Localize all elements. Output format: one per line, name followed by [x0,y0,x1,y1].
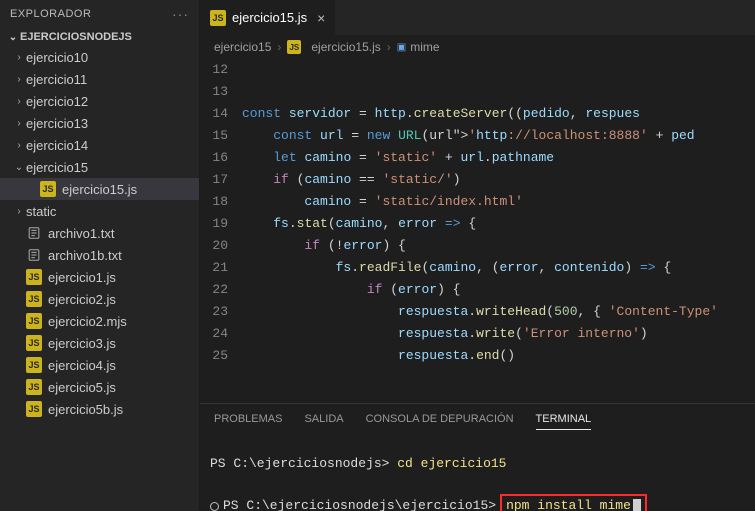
chevron-right-icon: › [12,96,26,107]
code-editor[interactable]: 1213141516171819202122232425 const servi… [200,59,755,403]
panel-tab-terminal[interactable]: TERMINAL [536,409,592,430]
js-icon: JS [26,313,42,329]
tree-file[interactable]: ›JSejercicio2.js [0,288,199,310]
js-icon: JS [26,335,42,351]
tree-item-label: archivo1b.txt [48,248,122,263]
tree-folder[interactable]: ⌄ejercicio15 [0,156,199,178]
tree-file[interactable]: ›JSejercicio1.js [0,266,199,288]
js-icon: JS [26,269,42,285]
bottom-panel: PROBLEMAS SALIDA CONSOLA DE DEPURACIÓN T… [200,403,755,511]
tree-item-label: ejercicio10 [26,50,88,65]
cursor-icon [633,499,641,511]
highlight-box: npm install mime [500,494,647,511]
tree-item-label: ejercicio15.js [62,182,137,197]
chevron-right-icon: › [12,52,26,63]
circle-icon [210,502,219,511]
js-icon: JS [26,357,42,373]
tree-item-label: ejercicio11 [26,72,87,87]
tree-folder[interactable]: ›ejercicio14 [0,134,199,156]
panel-tab-consola[interactable]: CONSOLA DE DEPURACIÓN [366,409,514,429]
tree-folder[interactable]: ›ejercicio13 [0,112,199,134]
tree-item-label: ejercicio12 [26,94,88,109]
tree-item-label: ejercicio3.js [48,336,116,351]
tree-item-label: static [26,204,56,219]
terminal-body[interactable]: PS C:\ejerciciosnodejs> cd ejercicio15 P… [200,434,755,511]
symbol-icon: ▣ [397,42,406,53]
panel-tab-salida[interactable]: SALIDA [304,409,343,429]
panel-tabs: PROBLEMAS SALIDA CONSOLA DE DEPURACIÓN T… [200,404,755,434]
js-icon: JS [210,10,226,26]
chevron-right-icon: › [12,118,26,129]
explorer-title: EXPLORADOR [10,8,91,20]
sidebar: EXPLORADOR ··· ⌄ EJERCICIOSNODEJS ›ejerc… [0,0,200,511]
tree-file[interactable]: ›JSejercicio2.mjs [0,310,199,332]
terminal-prompt: PS [210,456,233,471]
chevron-down-icon: ⌄ [12,162,26,173]
js-icon: JS [26,401,42,417]
terminal-prompt: PS [223,496,246,511]
tree-item-label: ejercicio1.js [48,270,116,285]
terminal-command: npm install mime [506,496,631,511]
terminal-line: PS C:\ejerciciosnodejs\ejercicio15>npm i… [210,494,647,511]
terminal-path: C:\ejerciciosnodejs\ejercicio15 [246,496,488,511]
js-icon: JS [26,291,42,307]
tree-folder[interactable]: ›ejercicio12 [0,90,199,112]
js-icon: JS [287,40,301,54]
chevron-right-icon: › [387,40,391,54]
text-file-icon [26,247,42,263]
breadcrumb[interactable]: ejercicio15 › JS ejercicio15.js › ▣ mime [200,35,755,59]
tree-file[interactable]: ›archivo1b.txt [0,244,199,266]
chevron-down-icon: ⌄ [6,32,20,43]
tree-file[interactable]: ›JSejercicio3.js [0,332,199,354]
tab-row: JS ejercicio15.js × [200,0,755,35]
tree-item-label: ejercicio5.js [48,380,116,395]
terminal-line: PS C:\ejerciciosnodejs> cd ejercicio15 [210,454,745,474]
tree-item-label: ejercicio15 [26,160,88,175]
tree-folder[interactable]: ›ejercicio11 [0,68,199,90]
text-file-icon [26,225,42,241]
js-icon: JS [40,181,56,197]
js-icon: JS [26,379,42,395]
chevron-right-icon: › [277,40,281,54]
more-icon[interactable]: ··· [172,6,189,22]
tree-item-label: ejercicio14 [26,138,88,153]
tab-active[interactable]: JS ejercicio15.js × [200,0,336,35]
tab-filename: ejercicio15.js [232,10,307,25]
terminal-command: cd ejercicio15 [397,456,506,471]
breadcrumb-symbol-label: mime [410,40,439,54]
tree-folder[interactable]: ›ejercicio10 [0,46,199,68]
chevron-right-icon: › [12,206,26,217]
tree-item-label: ejercicio13 [26,116,88,131]
tree-file[interactable]: ›JSejercicio4.js [0,354,199,376]
project-name: EJERCICIOSNODEJS [20,31,132,43]
tree-item-label: ejercicio5b.js [48,402,123,417]
code-content[interactable]: const servidor = http.createServer((pedi… [242,59,755,403]
close-icon[interactable]: × [317,10,325,26]
tree-folder[interactable]: ›static [0,200,199,222]
tree-item-label: ejercicio2.mjs [48,314,127,329]
tree-item-label: ejercicio4.js [48,358,116,373]
terminal-path: C:\ejerciciosnodejs [233,456,381,471]
breadcrumb-seg-folder[interactable]: ejercicio15 [214,40,271,54]
tree-file[interactable]: ›JSejercicio5b.js [0,398,199,420]
tree-item-label: ejercicio2.js [48,292,116,307]
tree-item-label: archivo1.txt [48,226,114,241]
panel-tab-problemas[interactable]: PROBLEMAS [214,409,282,429]
editor-area: JS ejercicio15.js × ejercicio15 › JS eje… [200,0,755,511]
breadcrumb-seg-symbol[interactable]: ▣ mime [397,40,440,54]
explorer-header: EXPLORADOR ··· [0,0,199,28]
breadcrumb-file-label: ejercicio15.js [311,40,380,54]
tree-file[interactable]: ›archivo1.txt [0,222,199,244]
tree-file[interactable]: ›JSejercicio5.js [0,376,199,398]
project-header[interactable]: ⌄ EJERCICIOSNODEJS [0,28,199,46]
breadcrumb-seg-file[interactable]: JS ejercicio15.js [287,40,380,54]
chevron-right-icon: › [12,74,26,85]
gutter: 1213141516171819202122232425 [200,59,242,403]
tree-file[interactable]: ›JSejercicio15.js [0,178,199,200]
file-tree: ›ejercicio10›ejercicio11›ejercicio12›eje… [0,46,199,511]
chevron-right-icon: › [12,140,26,151]
